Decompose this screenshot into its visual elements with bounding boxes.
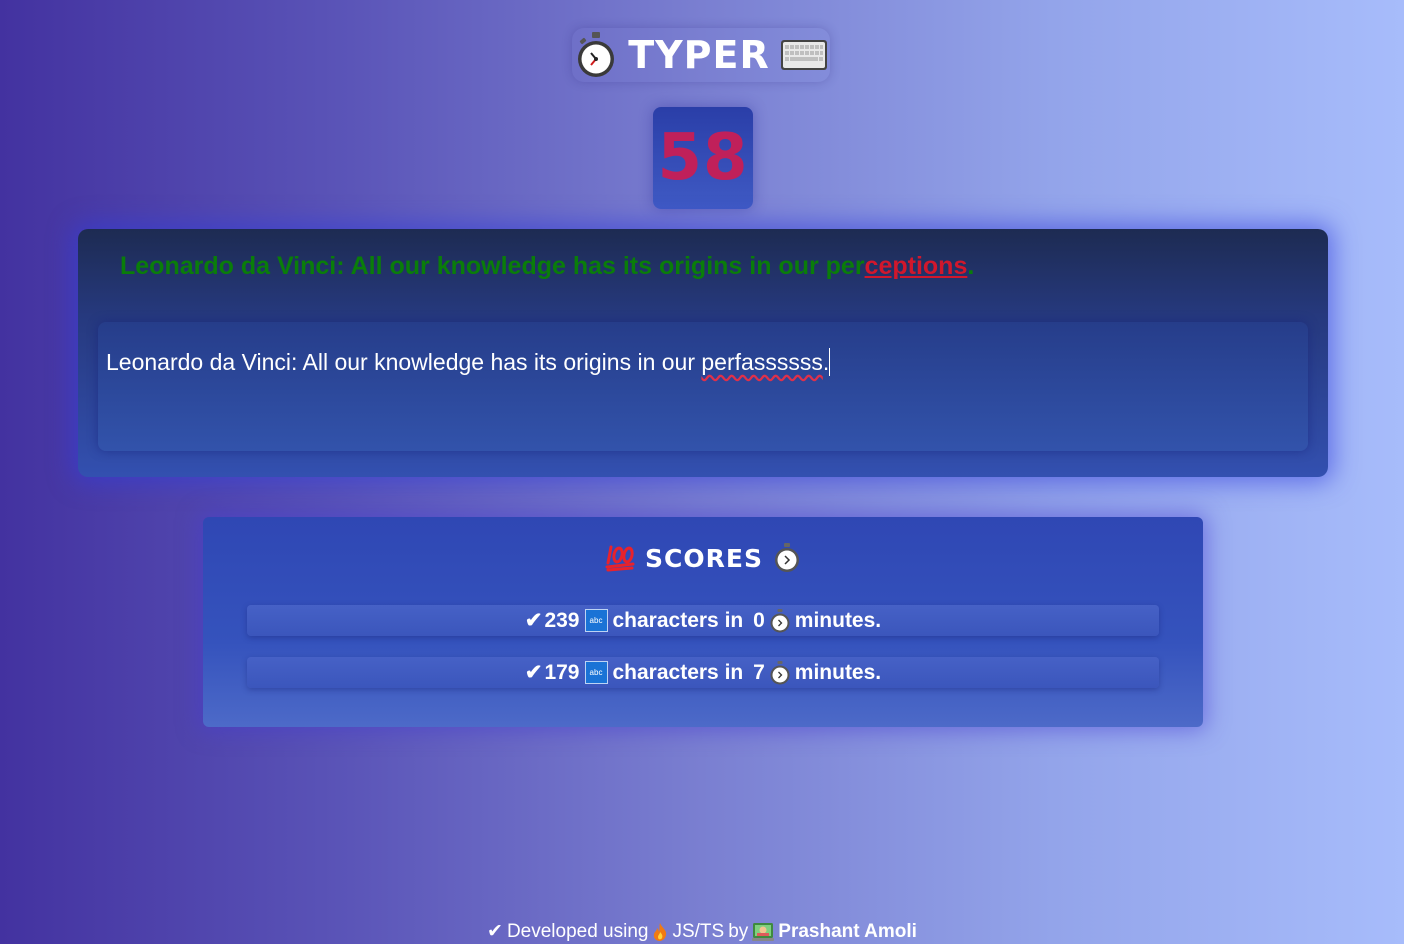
score-middle-text: characters in xyxy=(612,608,744,632)
stopwatch-icon xyxy=(574,31,618,79)
typed-text-misspelled: perfassssss xyxy=(701,349,823,375)
score-minutes: 7 xyxy=(753,660,765,684)
typed-text: Leonardo da Vinci: All our knowledge has… xyxy=(106,348,831,376)
score-minutes: 0 xyxy=(753,608,765,632)
typed-text-plain: Leonardo da Vinci: All our knowledge has… xyxy=(106,349,702,375)
score-end-text: minutes. xyxy=(794,608,882,632)
abc-icon: abc xyxy=(584,609,608,632)
footer-developed-text: Developed using xyxy=(506,920,649,942)
quote-wrong-text: ceptions xyxy=(864,252,968,280)
footer-by-text: by xyxy=(728,920,749,942)
scores-card: SCORES ✔ 239 abc characters in 0 minutes… xyxy=(203,517,1203,727)
timer-value: 58 xyxy=(657,121,749,195)
hundred-points-icon xyxy=(605,544,635,572)
stopwatch-icon xyxy=(769,608,791,633)
footer: ✔ Developed using JS/TS by Prashant Amol… xyxy=(0,919,1404,944)
scores-title: SCORES xyxy=(645,543,763,573)
stopwatch-icon xyxy=(769,660,791,685)
app-title: TYPER xyxy=(628,33,770,77)
check-icon: ✔ xyxy=(487,921,503,942)
typing-input[interactable]: Leonardo da Vinci: All our knowledge has… xyxy=(98,322,1308,451)
score-row: ✔ 179 abc characters in 7 minutes. xyxy=(247,657,1159,688)
score-end-text: minutes. xyxy=(794,660,882,684)
quote-correct-text: Leonardo da Vinci: All our knowledge has… xyxy=(120,252,865,280)
score-characters: 179 xyxy=(544,660,580,684)
fire-icon xyxy=(652,922,668,942)
footer-author: Prashant Amoli xyxy=(778,920,917,942)
abc-icon: abc xyxy=(584,661,608,684)
text-caret xyxy=(829,348,831,376)
check-icon: ✔ xyxy=(524,661,543,684)
score-row: ✔ 239 abc characters in 0 minutes. xyxy=(247,605,1159,636)
target-quote: Leonardo da Vinci: All our knowledge has… xyxy=(120,249,1300,283)
countdown-timer: 58 xyxy=(653,107,753,209)
score-characters: 239 xyxy=(544,608,580,632)
check-icon: ✔ xyxy=(524,609,543,632)
technologist-icon xyxy=(752,922,775,942)
typing-card: Leonardo da Vinci: All our knowledge has… xyxy=(78,229,1328,477)
scores-header: SCORES xyxy=(203,543,1203,573)
app-header: TYPER xyxy=(572,28,830,82)
keyboard-icon xyxy=(780,38,828,72)
stopwatch-icon xyxy=(773,543,801,573)
quote-trailing-text: . xyxy=(967,252,975,280)
footer-tech: JS/TS xyxy=(672,920,725,942)
score-middle-text: characters in xyxy=(612,660,744,684)
